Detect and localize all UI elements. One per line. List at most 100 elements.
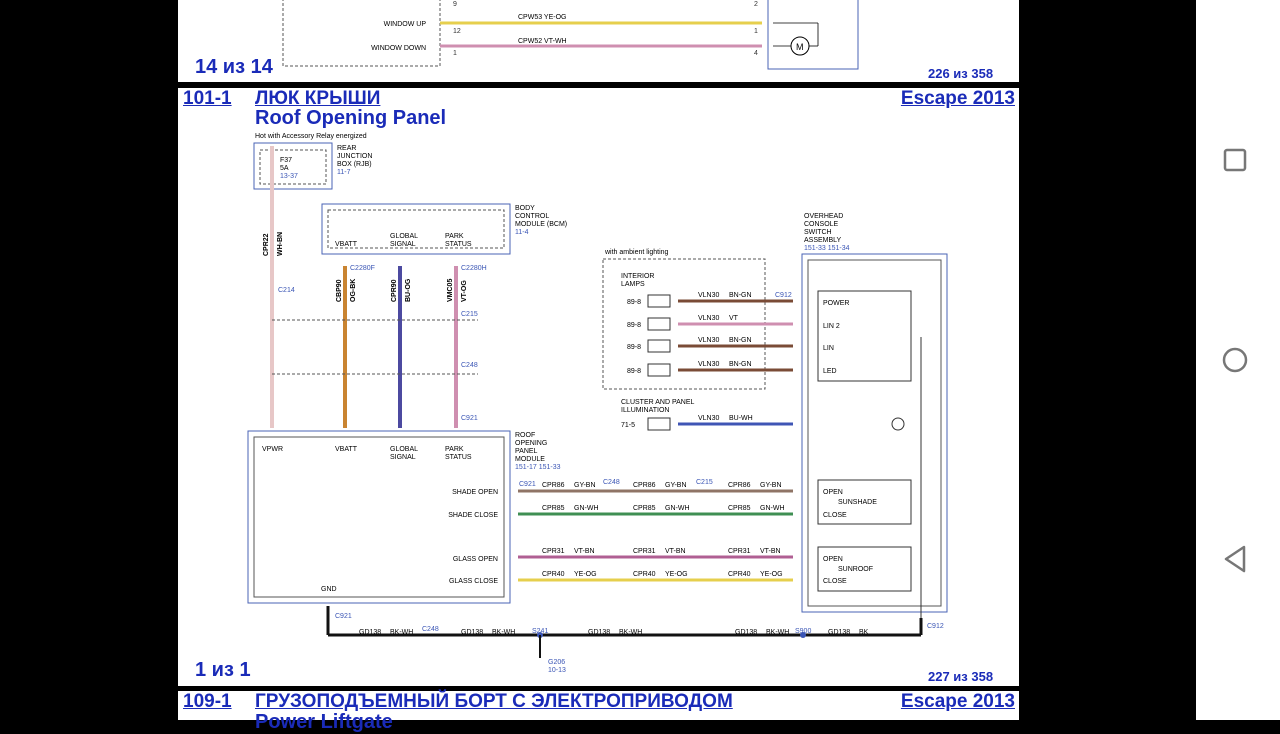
bcm-label: BODY [515,205,535,212]
interior-lamps-label: INTERIOR [621,273,654,280]
connector-label: C214 [278,287,295,294]
pin-park: STATUS [445,454,472,461]
wire-label: CPW53 YE-OG [518,14,567,21]
wire-label: CPR86 [542,482,565,489]
pin-label: 1 [453,50,457,57]
connector-label: C912 [927,623,944,630]
pin-park: STATUS [445,241,472,248]
wire-label: GY-BN [574,482,596,489]
hot-note: Hot with Accessory Relay energized [255,133,367,140]
wire-label: CPR22 [263,233,270,256]
pin-gnd: GND [321,586,337,593]
overhead-label: OVERHEAD [804,213,843,220]
recent-apps-button[interactable] [1218,143,1252,177]
pin-label: 89-8 [627,322,641,329]
wire-label: CPR85 [542,505,565,512]
circle-icon [1222,347,1248,373]
previous-page: 9 2 WINDOW UP WINDOW DOWN CPW53 YE-OG CP… [178,0,1019,82]
wire-label: GD138 [735,629,757,636]
pin-lin2: LIN 2 [823,323,840,330]
bulb-icon [891,417,905,431]
wire-label: CPR86 [633,482,656,489]
fuse-amp: 5A [280,165,289,172]
pin-global: SIGNAL [390,454,416,461]
connector-label: C921 [519,481,536,488]
rop-ref: 151-17 151-33 [515,464,561,471]
wire-label: CPR40 [728,571,751,578]
wire-label: CPR85 [633,505,656,512]
wire-label: CPR90 [391,279,398,302]
sunroof-label: SUNROOF [838,566,873,573]
shade-close-label: SHADE CLOSE [448,512,498,519]
pin-park: PARK [445,233,464,240]
glass-close-label: GLASS CLOSE [449,578,498,585]
page-number: 227 из 358 [928,669,994,684]
bcm-ref: 11-4 [515,229,529,236]
wire-label: VMC05 [447,279,454,302]
ground-ref: 10-13 [548,667,566,674]
overhead-label: CONSOLE [804,221,839,228]
wire-label: BN-GN [729,292,752,299]
rjb-label: BOX (RJB) [337,161,372,168]
wire-label: CBP90 [336,279,343,302]
section-id[interactable]: 109-1 [183,691,232,713]
wire-label: CPR40 [542,571,565,578]
pin-vbatt: VBATT [335,241,358,248]
connector-label: C912 [775,292,792,299]
section-title-ru[interactable]: ГРУЗОПОДЪЕМНЫЙ БОРТ С ЭЛЕКТРОПРИВОДОМ [255,691,733,713]
wire-label: YE-OG [760,571,783,578]
overhead-label: SWITCH [804,229,832,236]
switch-open: OPEN [823,489,843,496]
wire-label: CPR31 [633,548,656,555]
wire-label: YE-OG [665,571,688,578]
connector-label: C248 [461,362,478,369]
wire-label: CPR86 [728,482,751,489]
wire-label: GD138 [588,629,610,636]
lamp-connector [647,317,671,331]
pin-global: SIGNAL [390,241,416,248]
bcm-label: CONTROL [515,213,549,220]
triangle-icon [1224,545,1246,573]
wire-label: BN-GN [729,361,752,368]
pin-label: 4 [754,50,758,57]
connector-label: C248 [422,626,439,633]
pin-label: 89-8 [627,299,641,306]
square-icon [1223,148,1247,172]
lamp-connector [647,294,671,308]
vehicle-link[interactable]: Escape 2013 [901,691,1015,713]
wire-label: VLN30 [698,415,720,422]
interior-lamps-label: LAMPS [621,281,645,288]
wire-label: BK [859,629,869,636]
wire-label: GD138 [359,629,381,636]
window-up-label: WINDOW UP [384,21,427,28]
pin-label: 89-8 [627,368,641,375]
wire-label: BK-WH [492,629,515,636]
connector-label: C248 [603,479,620,486]
switch-open: OPEN [823,556,843,563]
sunshade-label: SUNSHADE [838,499,877,506]
wire-label: GN-WH [574,505,599,512]
wire-label: VLN30 [698,337,720,344]
wire-label: WH-BN [277,232,284,256]
ground-label: G206 [548,659,565,666]
document-viewer[interactable]: 9 2 WINDOW UP WINDOW DOWN CPW53 YE-OG CP… [0,0,1196,733]
pin-global: GLOBAL [390,446,418,453]
wiring-diagram: Hot with Accessory Relay energized F37 5… [247,133,948,674]
pin-label: 71-5 [621,422,635,429]
pin-label: 12 [453,28,461,35]
home-button[interactable] [1218,343,1252,377]
splice-s900 [800,632,806,638]
prev-motor-box [767,0,859,70]
rop-label: PANEL [515,448,538,455]
wire-label: GN-WH [665,505,690,512]
back-button[interactable] [1218,542,1252,576]
connector-label: C215 [461,311,478,318]
pin-label: 89-8 [627,344,641,351]
ambient-note: with ambient lighting [604,249,669,256]
wire-label: BK-WH [619,629,642,636]
navigation-bar [1196,0,1280,720]
wire-label: VLN30 [698,361,720,368]
switch-close: CLOSE [823,512,847,519]
cluster-label: ILLUMINATION [621,407,670,414]
wire-label: VT-BN [574,548,595,555]
